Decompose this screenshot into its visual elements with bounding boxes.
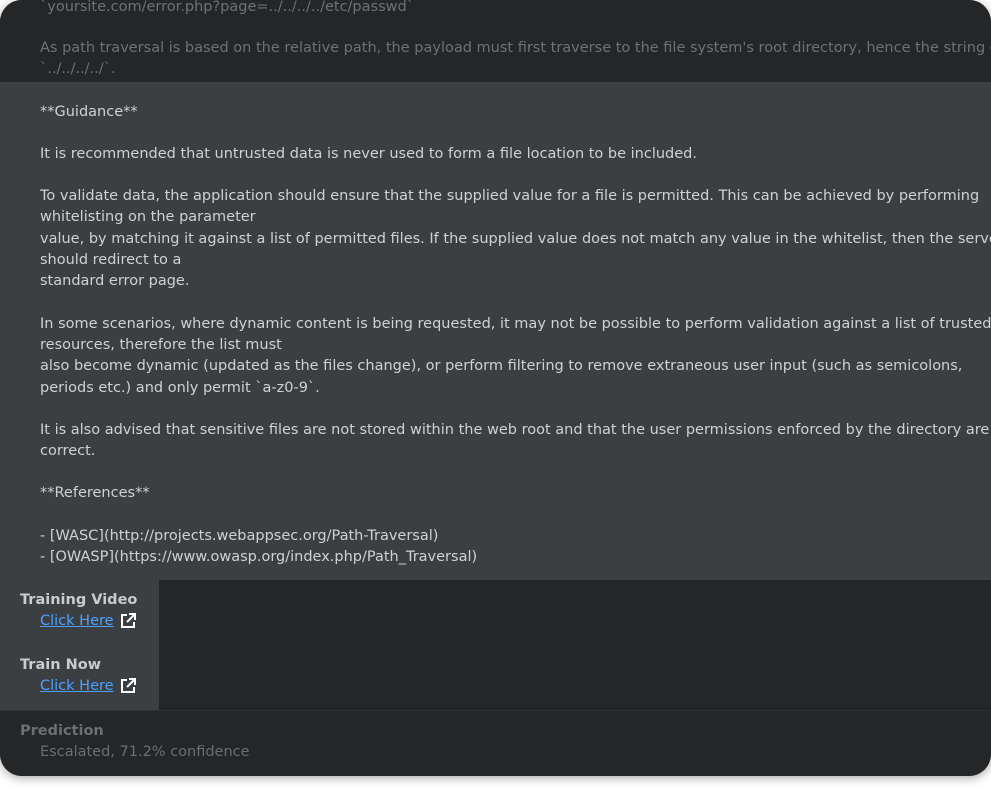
prediction-section: Prediction Escalated, 71.2% confidence	[0, 710, 991, 776]
guidance-paragraph: whitelisting on the parameter	[40, 209, 256, 225]
external-link-icon[interactable]	[119, 677, 137, 695]
training-video-link-row: Click Here	[40, 612, 137, 630]
prediction-value: Escalated, 71.2% confidence	[40, 744, 250, 760]
payload-example-block: `yoursite.com/error.php?page=../../../..…	[0, 0, 991, 82]
training-video-link[interactable]: Click Here	[40, 613, 114, 629]
guidance-paragraph: It is also advised that sensitive files …	[40, 422, 990, 438]
path-traversal-explanation: As path traversal is based on the relati…	[40, 40, 991, 56]
reference-owasp: - [OWASP](https://www.owasp.org/index.ph…	[40, 549, 478, 565]
path-traversal-explanation-cont: `../../../../`.	[40, 61, 116, 77]
guidance-paragraph: also become dynamic (updated as the file…	[40, 358, 963, 374]
guidance-paragraph: should redirect to a	[40, 252, 182, 268]
reference-wasc: - [WASC](http://projects.webappsec.org/P…	[40, 528, 439, 544]
train-now-link-row: Click Here	[40, 677, 137, 695]
training-video-title: Training Video	[20, 592, 138, 608]
guidance-paragraph: value, by matching it against a list of …	[40, 231, 991, 247]
empty-content-area	[159, 580, 991, 710]
train-now-link[interactable]: Click Here	[40, 678, 114, 694]
guidance-panel: **Guidance** It is recommended that untr…	[0, 82, 991, 580]
report-window: `yoursite.com/error.php?page=../../../..…	[0, 0, 991, 776]
guidance-paragraph: periods etc.) and only permit `a-z0-9`.	[40, 380, 320, 396]
train-now-title: Train Now	[20, 657, 102, 673]
training-panel: Training Video Click Here Train Now Clic…	[0, 580, 159, 710]
guidance-paragraph: It is recommended that untrusted data is…	[40, 146, 697, 162]
guidance-heading: **Guidance**	[40, 104, 138, 120]
payload-example-line: `yoursite.com/error.php?page=../../../..…	[40, 0, 414, 15]
guidance-paragraph: In some scenarios, where dynamic content…	[40, 316, 991, 332]
references-heading: **References**	[40, 485, 150, 501]
guidance-paragraph: correct.	[40, 443, 96, 459]
external-link-icon[interactable]	[119, 612, 137, 630]
guidance-paragraph: resources, therefore the list must	[40, 337, 282, 353]
prediction-title: Prediction	[20, 723, 104, 739]
guidance-paragraph: To validate data, the application should…	[40, 188, 980, 204]
guidance-paragraph: standard error page.	[40, 273, 190, 289]
